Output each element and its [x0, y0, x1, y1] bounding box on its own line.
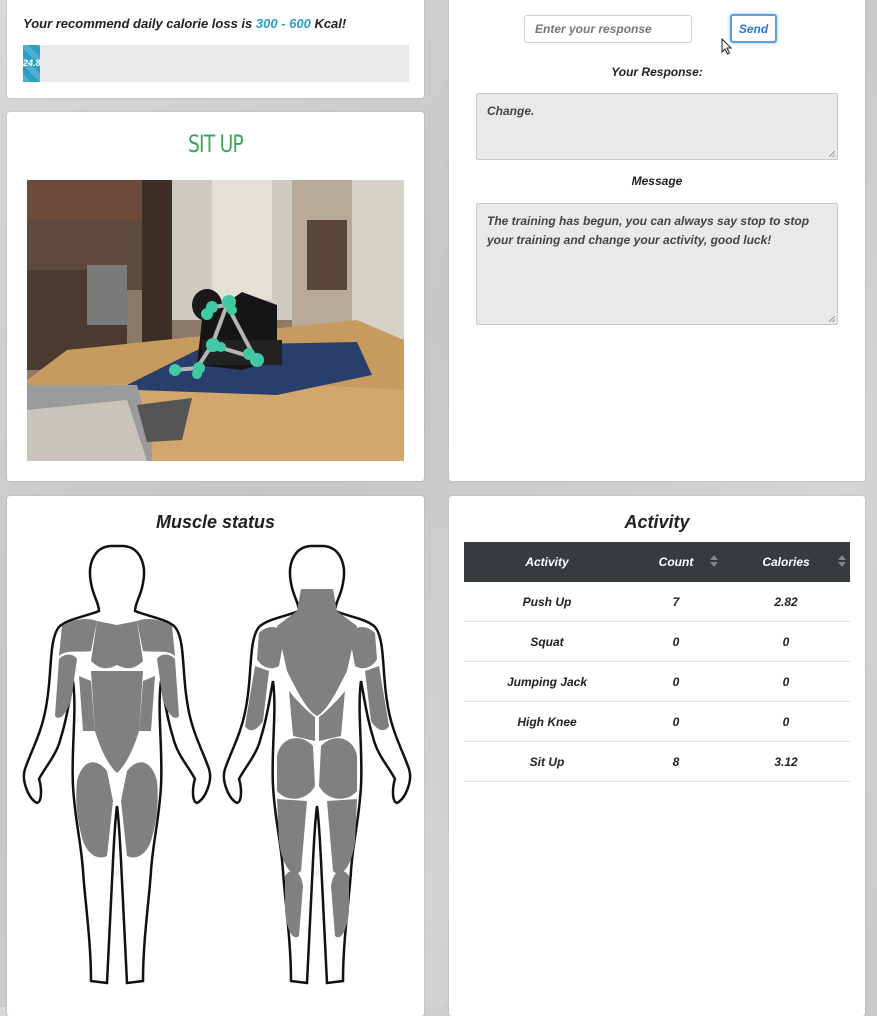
response-input[interactable]	[524, 15, 692, 43]
table-cell-calories: 0	[722, 661, 850, 702]
column-label: Calories	[762, 555, 810, 569]
body-back-figure	[222, 544, 412, 985]
table-row: High Knee 0 0	[464, 701, 850, 742]
muscle-diagram	[22, 544, 412, 985]
message-label: Message	[631, 174, 683, 188]
camera-scene	[27, 180, 404, 461]
column-header-count[interactable]: Count	[630, 542, 722, 582]
calorie-card: Your recommend daily calorie loss is 300…	[7, 0, 424, 98]
activity-title: Activity	[624, 512, 690, 532]
table-row: Squat 0 0	[464, 621, 850, 662]
response-textarea[interactable]: Change.	[476, 93, 838, 160]
table-cell-calories: 0	[722, 701, 850, 742]
mouse-cursor-icon	[721, 38, 733, 55]
camera-feed	[27, 180, 404, 461]
table-cell-activity: Push Up	[464, 582, 630, 622]
calorie-recommendation: Your recommend daily calorie loss is 300…	[23, 16, 346, 31]
table-cell-calories: 3.12	[722, 741, 850, 782]
column-label: Count	[658, 555, 694, 569]
table-cell-count: 0	[630, 621, 722, 662]
calorie-progress-fill: 24.8	[23, 45, 41, 82]
exercise-title: SIT UP	[187, 130, 244, 158]
table-row: Push Up 7 2.82	[464, 582, 850, 622]
sort-icon[interactable]	[710, 555, 718, 567]
column-label: Activity	[525, 555, 569, 569]
table-cell-count: 7	[630, 582, 722, 622]
exercise-card: SIT UP	[7, 112, 424, 481]
column-header-calories[interactable]: Calories	[722, 542, 850, 582]
table-cell-count: 0	[630, 661, 722, 702]
resize-handle-icon[interactable]	[829, 316, 835, 322]
table-cell-activity: Jumping Jack	[464, 661, 630, 702]
table-cell-activity: Squat	[464, 621, 630, 662]
message-text: The training has begun, you can always s…	[487, 214, 810, 247]
calorie-progress-bar: 24.8	[23, 45, 409, 82]
table-row: Jumping Jack 0 0	[464, 661, 850, 702]
table-cell-activity: Sit Up	[464, 741, 630, 782]
table-cell-calories: 2.82	[722, 582, 850, 622]
calorie-range: 300 - 600	[255, 16, 311, 31]
table-cell-count: 8	[630, 741, 722, 782]
calorie-text-prefix: Your recommend daily calorie loss is	[23, 16, 256, 31]
calorie-progress-label: 24.8	[23, 58, 41, 68]
activity-table: Activity Count Calories Push Up 7 2.82 S…	[464, 542, 850, 782]
table-header-row: Activity Count Calories	[464, 542, 850, 582]
response-label: Your Response:	[611, 65, 703, 79]
table-cell-calories: 0	[722, 621, 850, 662]
chat-card: Send Your Response: Change. Message The …	[449, 0, 865, 481]
activity-card: Activity Activity Count Calories Push Up…	[449, 496, 865, 1016]
sort-icon[interactable]	[838, 555, 846, 567]
message-textarea[interactable]: The training has begun, you can always s…	[476, 203, 838, 325]
muscle-status-card: Muscle status	[7, 496, 424, 1016]
column-header-activity[interactable]: Activity	[464, 542, 630, 582]
resize-handle-icon[interactable]	[829, 151, 835, 157]
table-cell-count: 0	[630, 701, 722, 742]
calorie-unit: Kcal!	[310, 16, 347, 31]
table-cell-activity: High Knee	[464, 701, 630, 742]
body-front-figure	[22, 544, 212, 985]
table-row: Sit Up 8 3.12	[464, 741, 850, 782]
send-button[interactable]: Send	[730, 14, 777, 43]
muscle-status-title: Muscle status	[155, 512, 276, 532]
response-text: Change.	[487, 104, 535, 118]
